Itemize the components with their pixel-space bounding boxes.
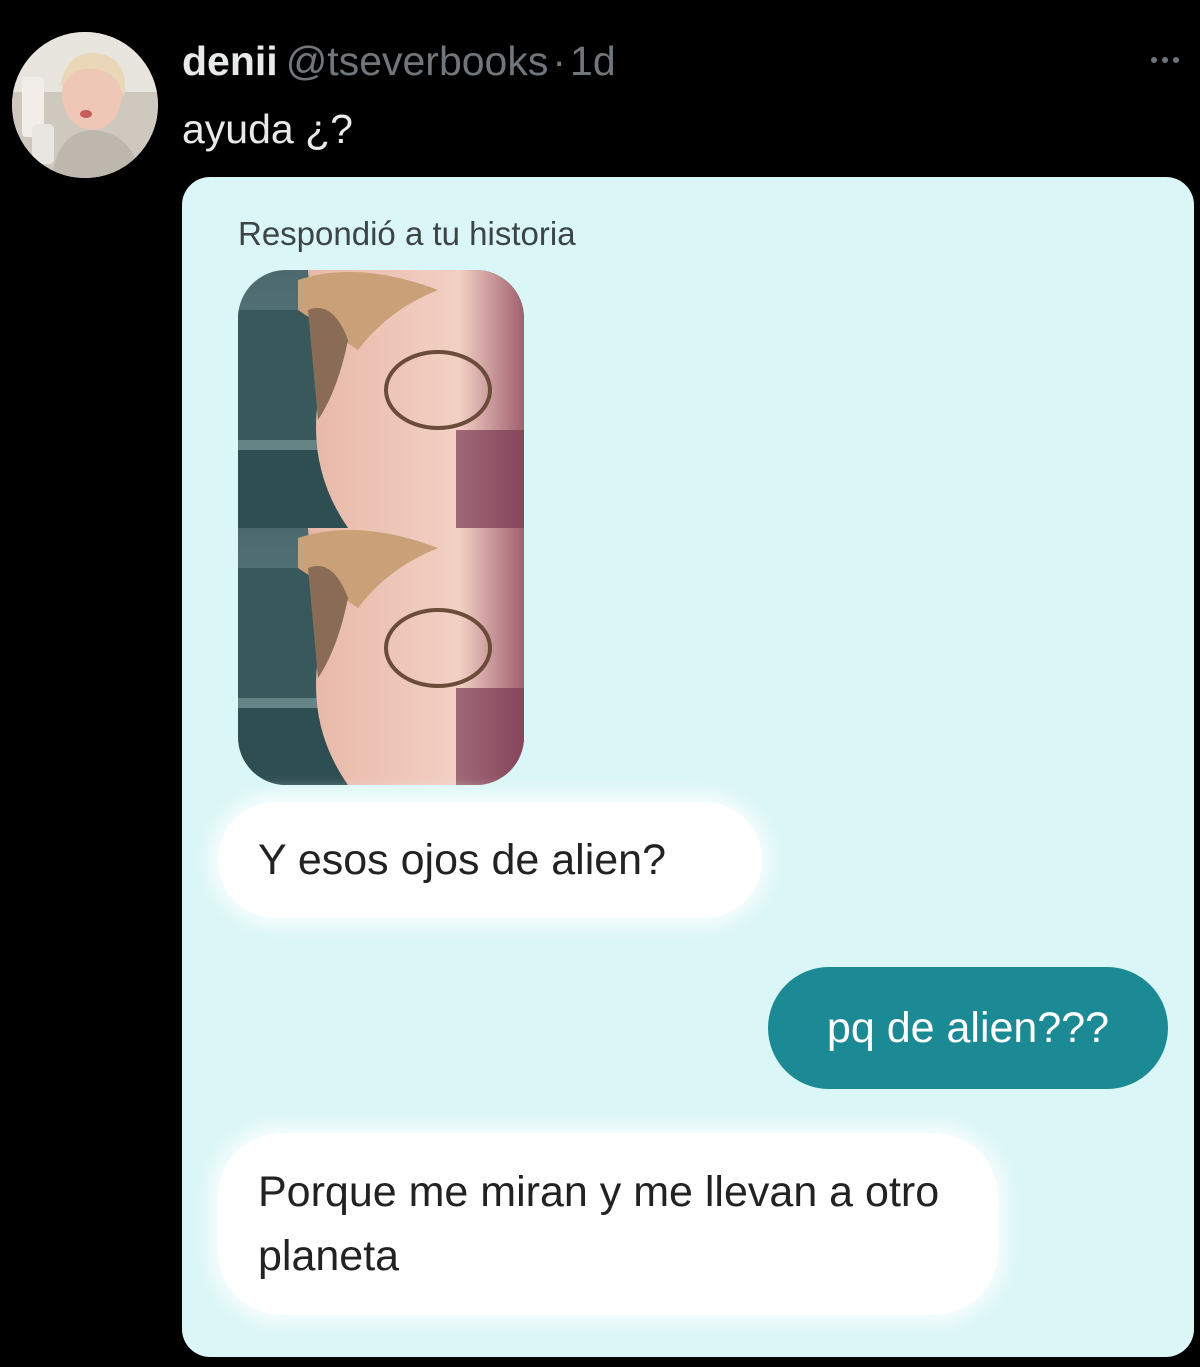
tweet-header: denii @tseverbooks·1d [182, 36, 616, 86]
display-name[interactable]: denii [182, 38, 278, 84]
user-handle[interactable]: @tseverbooks [286, 38, 549, 84]
story-reply-label: Respondió a tu historia [238, 215, 576, 252]
message-text: Y esos ojos de alien? [258, 836, 666, 884]
message-received: Porque me miran y me llevan a otro plane… [218, 1133, 998, 1315]
story-photo-top [238, 270, 524, 528]
message-text: pq de alien??? [826, 1004, 1110, 1052]
more-options-icon[interactable] [1142, 50, 1188, 70]
message-text: Porque me miran y me llevan a otro plane… [258, 1168, 940, 1280]
avatar[interactable] [12, 32, 158, 178]
timestamp[interactable]: 1d [570, 38, 616, 84]
story-photo-bottom [238, 528, 524, 785]
more-dot [1151, 57, 1157, 63]
separator: · [552, 38, 567, 84]
tweet: denii @tseverbooks·1d ayuda ¿? Respondió … [0, 0, 1200, 1367]
more-dot [1173, 57, 1179, 63]
tweet-text: ayuda ¿? [182, 106, 353, 152]
story-thumbnail [238, 270, 524, 785]
message-sent: pq de alien??? [768, 967, 1168, 1089]
tweet-media-image[interactable]: Respondió a tu historia Y esos ojos de a… [182, 177, 1194, 1357]
more-dot [1162, 57, 1168, 63]
message-received: Y esos ojos de alien? [218, 802, 762, 918]
